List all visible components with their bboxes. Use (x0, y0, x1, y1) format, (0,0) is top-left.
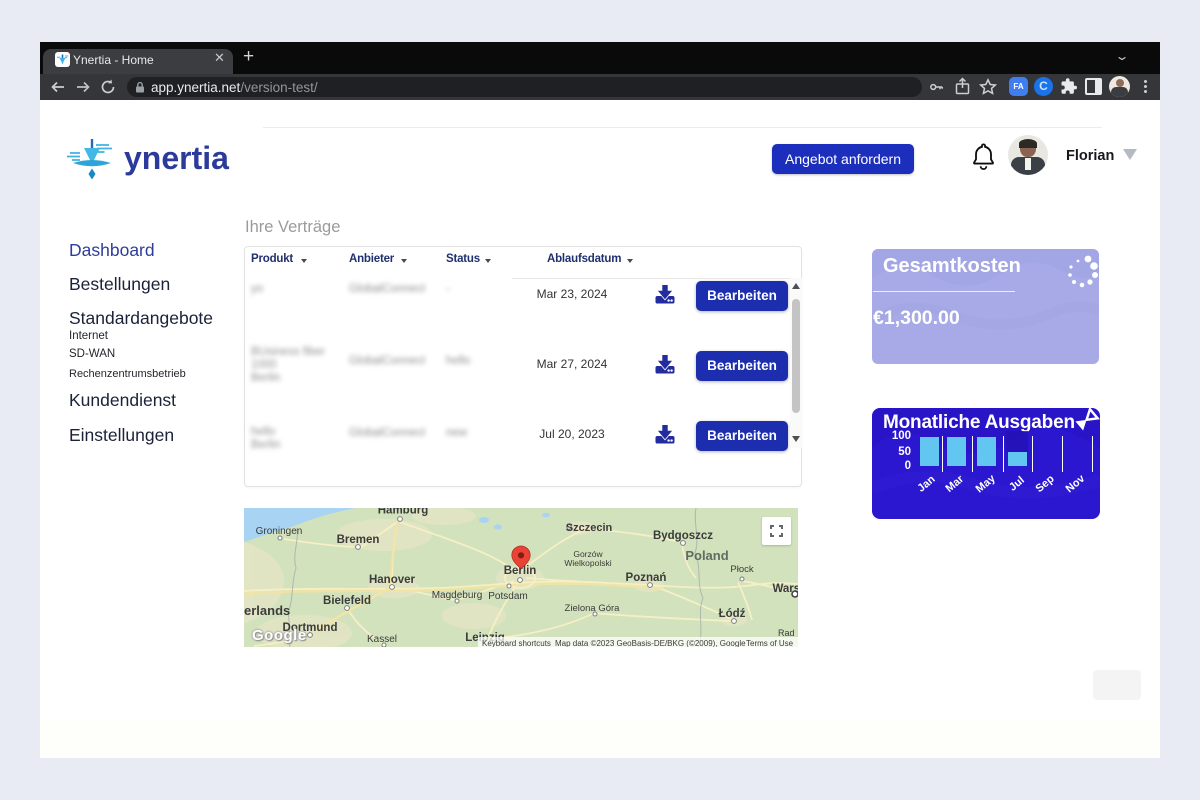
svg-text:Poland: Poland (685, 548, 728, 563)
svg-text:Kassel: Kassel (367, 634, 397, 645)
svg-text:Hamburg: Hamburg (378, 508, 428, 517)
svg-text:Zielona Góra: Zielona Góra (565, 603, 621, 614)
svg-text:Bydgoszcz: Bydgoszcz (653, 530, 713, 542)
svg-text:erlands: erlands (244, 603, 290, 618)
svg-text:Bielefeld: Bielefeld (323, 595, 371, 607)
svg-text:Płock: Płock (730, 564, 753, 575)
svg-text:Groningen: Groningen (256, 526, 303, 537)
svg-text:Potsdam: Potsdam (488, 591, 527, 602)
svg-text:Warsaw: Warsaw (772, 583, 798, 595)
svg-text:Łódź: Łódź (719, 608, 746, 620)
svg-text:Poznań: Poznań (626, 572, 667, 584)
svg-text:Hanover: Hanover (369, 574, 416, 586)
svg-text:Wielkopolski: Wielkopolski (564, 558, 611, 568)
svg-text:Magdeburg: Magdeburg (432, 590, 483, 601)
svg-text:Bremen: Bremen (337, 534, 380, 546)
svg-text:Szczecin: Szczecin (566, 522, 613, 534)
